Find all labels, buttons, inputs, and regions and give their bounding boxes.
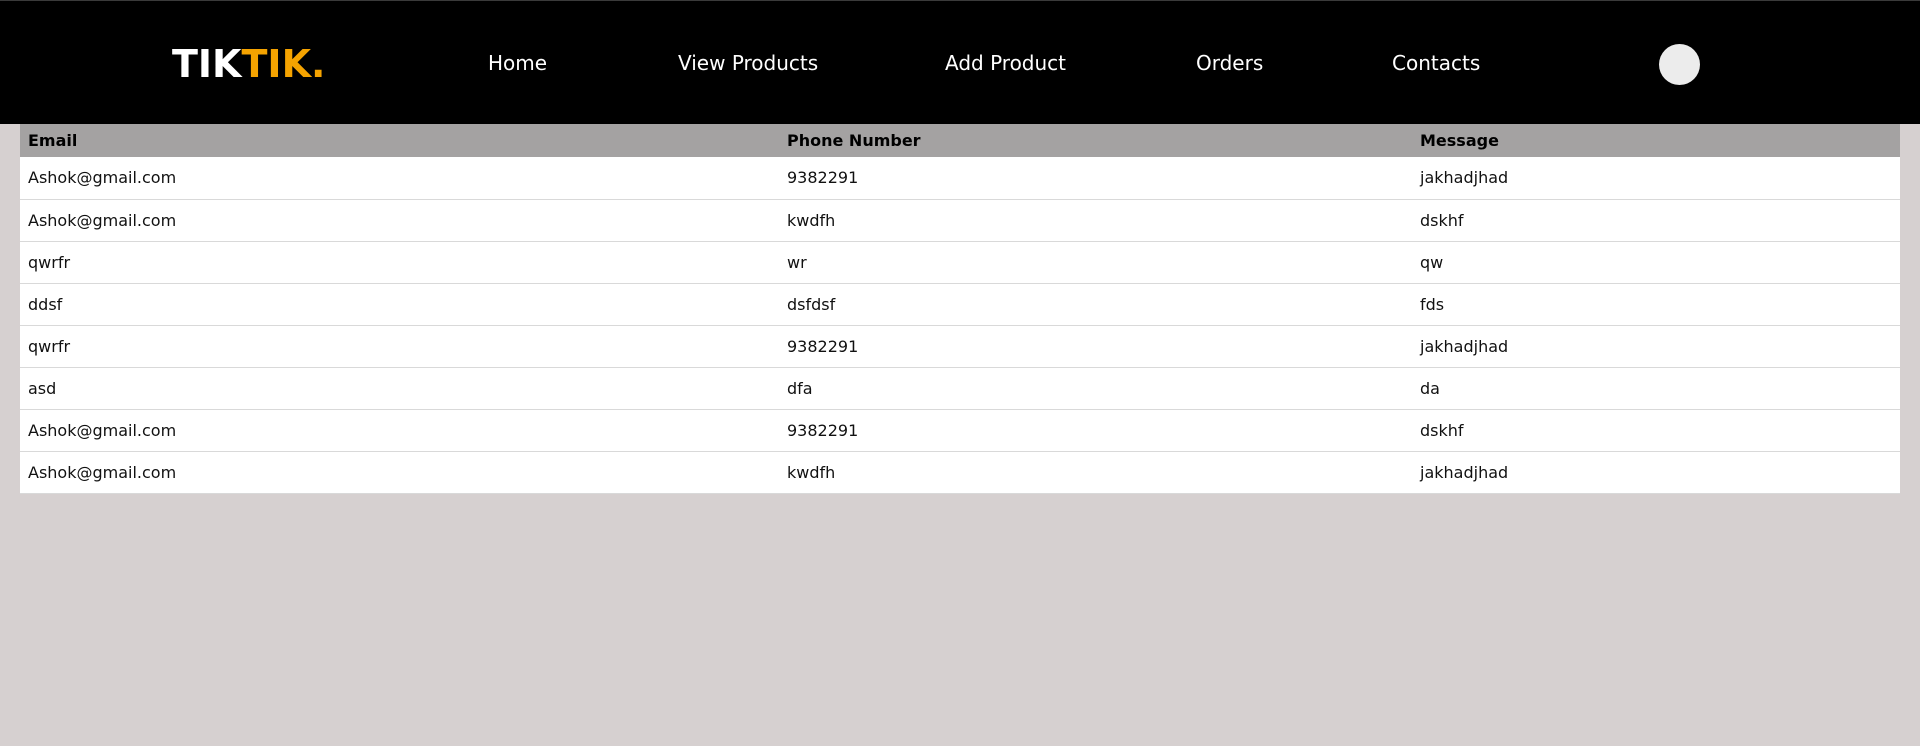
contacts-table: Email Phone Number Message Ashok@gmail.c… — [20, 124, 1900, 494]
cell-email: Ashok@gmail.com — [28, 420, 177, 440]
column-header-message: Message — [1420, 131, 1499, 150]
cell-message: jakhadjhad — [1420, 336, 1509, 356]
cell-email: asd — [28, 378, 57, 398]
table-row: Ashok@gmail.com kwdfh jakhadjhad — [20, 451, 1900, 493]
cell-email: Ashok@gmail.com — [28, 462, 177, 482]
cell-phone-number: 9382291 — [787, 420, 859, 440]
table-row: ddsf dsfdsf fds — [20, 283, 1900, 325]
logo-text-orange: TIK. — [241, 42, 326, 86]
table-row: asd dfa da — [20, 367, 1900, 409]
column-header-phone-number: Phone Number — [787, 131, 921, 150]
logo-text-white: TIK — [172, 42, 242, 86]
cell-email: qwrfr — [28, 252, 71, 272]
cell-message: jakhadjhad — [1420, 462, 1509, 482]
cell-phone-number: kwdfh — [787, 210, 836, 230]
cell-message: qw — [1420, 252, 1444, 272]
nav-add-product[interactable]: Add Product — [945, 49, 1066, 77]
column-header-email: Email — [28, 131, 78, 150]
cell-message: dskhf — [1420, 420, 1464, 440]
user-avatar-icon[interactable] — [1659, 44, 1700, 85]
table-row: Ashok@gmail.com 9382291 jakhadjhad — [20, 157, 1900, 199]
cell-message: jakhadjhad — [1420, 168, 1509, 188]
nav-contacts[interactable]: Contacts — [1392, 49, 1480, 77]
nav-orders[interactable]: Orders — [1196, 49, 1263, 77]
cell-phone-number: dfa — [787, 378, 813, 398]
contacts-table-container: Email Phone Number Message Ashok@gmail.c… — [20, 124, 1900, 494]
cell-phone-number: kwdfh — [787, 462, 836, 482]
cell-message: fds — [1420, 294, 1445, 314]
cell-email: Ashok@gmail.com — [28, 210, 177, 230]
nav-home[interactable]: Home — [488, 49, 547, 77]
table-row: Ashok@gmail.com kwdfh dskhf — [20, 199, 1900, 241]
top-navbar: TIKTIK. Home View Products Add Product O… — [0, 0, 1920, 124]
cell-phone-number: dsfdsf — [787, 294, 836, 314]
nav-view-products[interactable]: View Products — [678, 49, 818, 77]
cell-email: Ashok@gmail.com — [28, 168, 177, 188]
cell-message: dskhf — [1420, 210, 1464, 230]
cell-email: qwrfr — [28, 336, 71, 356]
table-row: qwrfr 9382291 jakhadjhad — [20, 325, 1900, 367]
cell-phone-number: 9382291 — [787, 336, 859, 356]
table-row: qwrfr wr qw — [20, 241, 1900, 283]
table-header-row: Email Phone Number Message — [20, 124, 1900, 157]
cell-phone-number: wr — [787, 252, 807, 272]
cell-email: ddsf — [28, 294, 63, 314]
cell-phone-number: 9382291 — [787, 168, 859, 188]
brand-logo[interactable]: TIKTIK. — [172, 41, 325, 87]
cell-message: da — [1420, 378, 1440, 398]
table-row: Ashok@gmail.com 9382291 dskhf — [20, 409, 1900, 451]
